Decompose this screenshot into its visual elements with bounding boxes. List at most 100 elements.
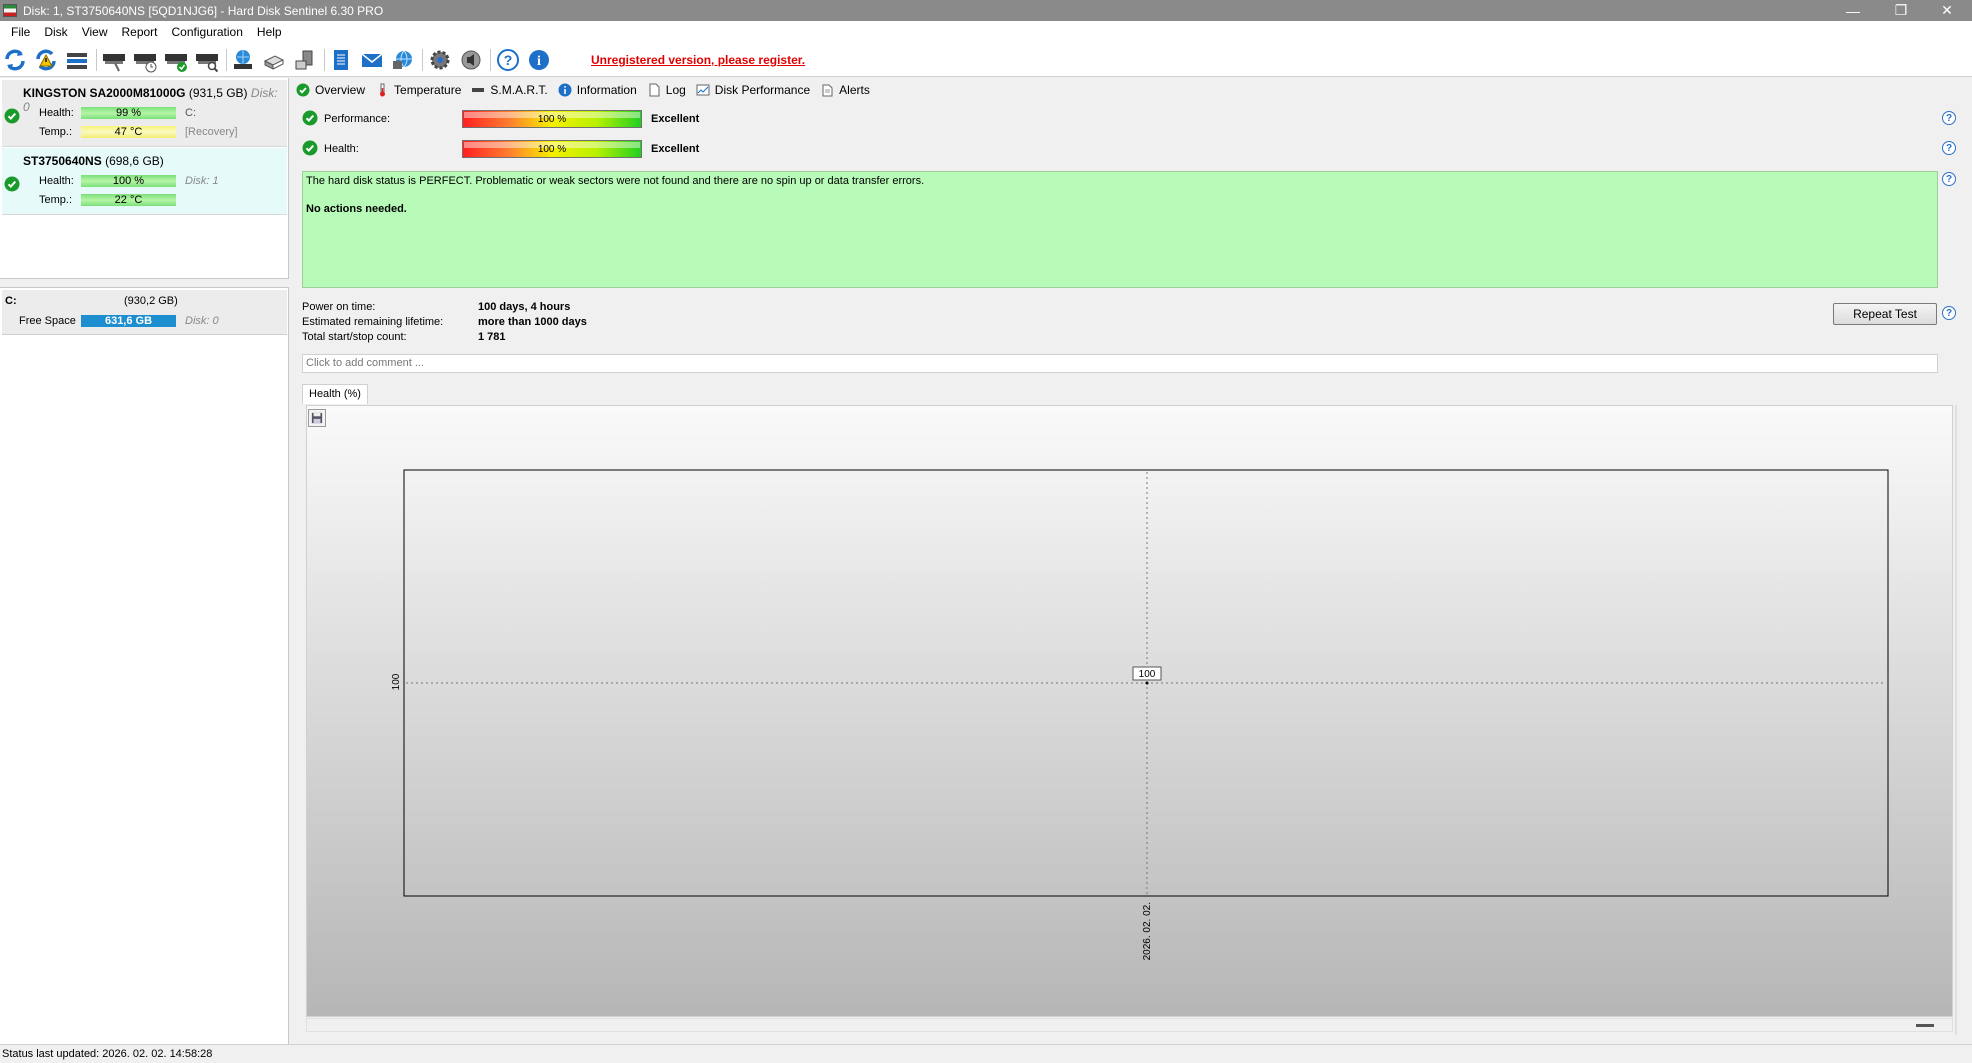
performance-verdict: Excellent [651,113,700,125]
volume-entry-c[interactable]: C: (930,2 GB) Free Space 631,6 GB Disk: … [2,290,287,335]
health-label: Health: [39,175,74,187]
tab-label: Temperature [394,83,462,97]
tab-log[interactable]: Log [647,83,686,97]
help-icon[interactable]: ? [1942,172,1956,186]
document-icon [647,83,661,97]
tab-temperature[interactable]: Temperature [375,83,461,97]
disk-list-icon[interactable] [64,47,90,73]
toolbar-separator [490,49,491,71]
menu-help[interactable]: Help [250,25,289,39]
info-icon[interactable]: i [526,47,552,73]
health-row: Health: 99 % C: [39,107,196,119]
graph-scrollbar[interactable] [306,1018,1953,1032]
toolbar-separator [96,49,97,71]
volume-disk-number: Disk: 0 [185,315,219,327]
temp-bar: 47 °C [81,126,176,138]
health-chart: 100 100 2026. 02. 02. [391,469,1889,960]
volume-name: C: [5,295,17,307]
menu-report[interactable]: Report [114,25,164,39]
comment-input[interactable]: Click to add comment ... [302,354,1938,373]
x-tick-label: 2026. 02. 02. [1142,902,1153,960]
disk-entry-st3750640ns[interactable]: ST3750640NS (698,6 GB) Health: 100 % Dis… [2,148,287,215]
health-graph-area: 100 100 2026. 02. 02. [306,405,1953,1017]
web-icon[interactable] [390,47,416,73]
disk-entry-kingston[interactable]: KINGSTON SA2000M81000G (931,5 GB) Disk: … [2,80,287,147]
minimize-button[interactable]: — [1830,0,1876,21]
free-space-bar: 631,6 GB [81,315,176,327]
status-ok-icon [302,140,318,156]
sound-icon[interactable] [458,47,484,73]
menu-bar: File Disk View Report Configuration Help [0,21,1972,43]
register-link[interactable]: Unregistered version, please register. [591,53,805,67]
disk-icon [471,83,485,97]
refresh-icon[interactable] [2,47,28,73]
drive-letter: C: [185,107,196,119]
status-description-box: The hard disk status is PERFECT. Problem… [302,171,1938,288]
tab-information[interactable]: Information [558,83,637,97]
free-space-row: Free Space 631,6 GB Disk: 0 [19,315,219,327]
chart-icon [696,83,710,97]
performance-bar: 100 % [462,110,642,128]
svg-text:?: ? [504,52,513,68]
help-icon[interactable]: ? [1942,141,1956,155]
alert-icon [820,83,834,97]
lifetime-label: Estimated remaining lifetime: [302,316,444,328]
scroll-thumb[interactable] [1916,1024,1934,1027]
tab-overview[interactable]: Overview [296,83,365,97]
disk-test-icon[interactable] [101,47,127,73]
help-icon[interactable]: ? [1942,111,1956,125]
health-bar: 100 % [462,140,642,158]
panel-splitter[interactable] [0,278,289,288]
close-button[interactable]: ✕ [1924,0,1970,21]
disk-list-panel: KINGSTON SA2000M81000G (931,5 GB) Disk: … [0,78,289,1044]
refresh-warning-icon[interactable] [33,47,59,73]
disk-ok-icon[interactable] [163,47,189,73]
status-action: No actions needed. [306,203,407,215]
menu-configuration[interactable]: Configuration [165,25,250,39]
tab-smart[interactable]: S.M.A.R.T. [471,83,548,97]
lifetime-value: more than 1000 days [478,316,587,328]
restore-button[interactable]: ❐ [1878,0,1924,21]
app-flag-icon [3,4,17,17]
disk-title: ST3750640NS (698,6 GB) [23,154,164,168]
health-row: Health: 100 % Excellent [302,140,699,158]
performance-value: 100 % [537,113,567,125]
save-graph-icon[interactable] [308,409,326,427]
menu-disk[interactable]: Disk [37,25,74,39]
settings-icon[interactable] [427,47,453,73]
temp-bar: 22 °C [81,194,176,206]
power-on-value: 100 days, 4 hours [478,301,571,313]
startstop-value: 1 781 [478,331,506,343]
data-label: 100 [1139,669,1156,680]
remote-drive-icon[interactable] [261,47,287,73]
health-verdict: Excellent [651,143,700,155]
performance-row: Performance: 100 % Excellent [302,110,699,128]
performance-label: Performance: [324,113,391,125]
help-icon[interactable]: ? [1942,306,1956,320]
thermometer-icon [375,83,389,97]
toolbar-separator [324,49,325,71]
health-bar: 100 % [81,175,176,187]
tab-label: Information [576,83,637,97]
tab-label: S.M.A.R.T. [490,83,548,97]
disk-name: ST3750640NS [23,154,102,168]
menu-file[interactable]: File [4,25,37,39]
email-icon[interactable] [359,47,385,73]
info-icon [558,83,572,97]
tab-label: Alerts [839,83,870,97]
usb-drive-icon[interactable] [292,47,318,73]
network-drive-icon[interactable] [230,47,256,73]
disk-schedule-icon[interactable] [132,47,158,73]
title-bar: Disk: 1, ST3750640NS [5QD1NJG6] - Hard D… [0,0,1972,21]
tab-health-graph[interactable]: Health (%) [302,384,368,404]
tab-alerts[interactable]: Alerts [820,83,870,97]
help-icon[interactable]: ? [495,47,521,73]
temp-row: Temp.: 22 °C [39,194,176,206]
disk-search-icon[interactable] [194,47,220,73]
report-icon[interactable] [328,47,354,73]
startstop-label: Total start/stop count: [302,331,407,343]
menu-view[interactable]: View [75,25,115,39]
tab-disk-performance[interactable]: Disk Performance [696,83,810,97]
toolbar-separator [422,49,423,71]
repeat-test-button[interactable]: Repeat Test [1833,303,1937,325]
